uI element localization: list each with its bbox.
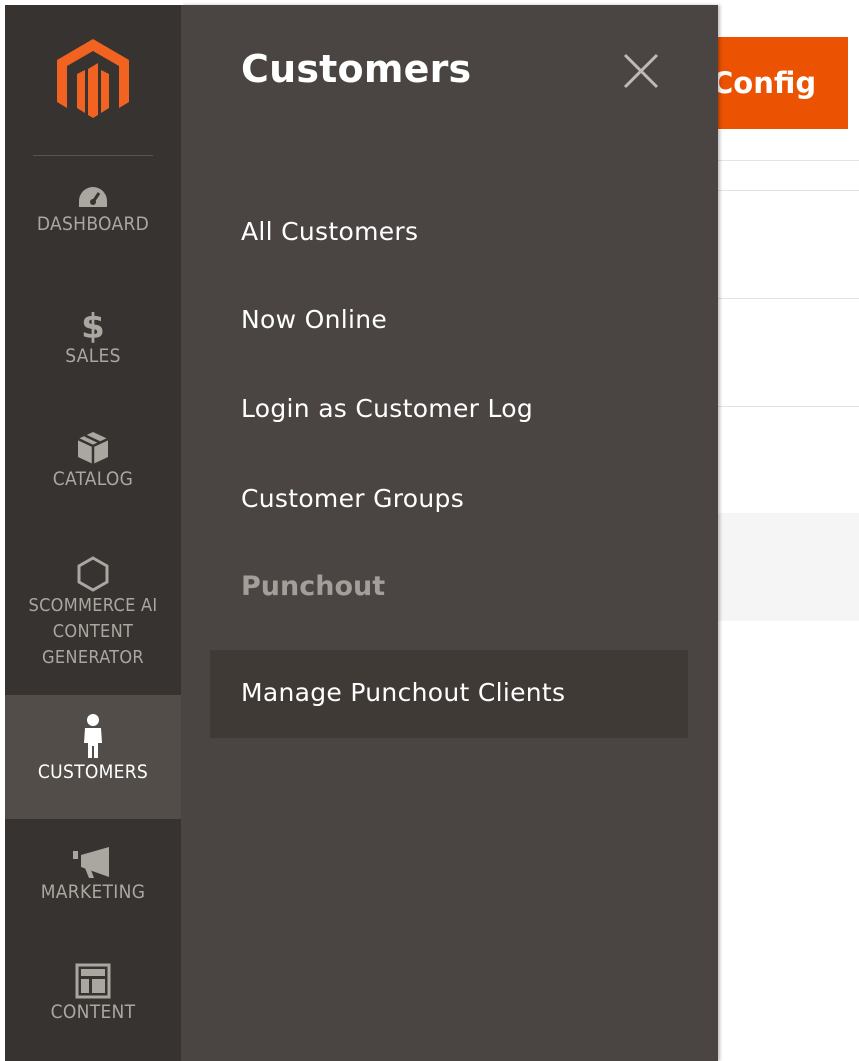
content-panel bbox=[718, 513, 859, 621]
sidebar-item-customers[interactable]: CUSTOMERS bbox=[5, 695, 181, 819]
submenu-link-manage-punchout-clients[interactable]: Manage Punchout Clients bbox=[241, 678, 565, 707]
divider bbox=[33, 155, 153, 156]
hexagon-icon bbox=[77, 556, 109, 592]
submenu-link-now-online[interactable]: Now Online bbox=[241, 305, 387, 334]
customers-submenu: Customers All Customers Now Online Login… bbox=[181, 5, 718, 1061]
submenu-title: Customers bbox=[241, 47, 472, 91]
close-button[interactable] bbox=[619, 49, 663, 93]
sidebar-item-catalog[interactable]: CATALOG bbox=[5, 430, 181, 520]
sidebar-item-label: CONTENT bbox=[52, 621, 134, 642]
sidebar-item-label: DASHBOARD bbox=[36, 213, 150, 235]
megaphone-icon bbox=[73, 847, 109, 878]
submenu-section-title: Punchout bbox=[241, 571, 386, 602]
sidebar-item-label: SALES bbox=[65, 345, 121, 367]
sidebar-item-label: GENERATOR bbox=[42, 647, 144, 668]
sidebar-item-sales[interactable]: $ SALES bbox=[5, 307, 181, 397]
divider bbox=[718, 160, 859, 161]
layout-icon bbox=[75, 963, 111, 999]
magento-logo-icon bbox=[57, 39, 129, 118]
sidebar-item-label: CATALOG bbox=[52, 468, 134, 490]
close-icon bbox=[623, 53, 659, 89]
sidebar-item-label: SCOMMERCE AI bbox=[28, 595, 158, 616]
submenu-link-customer-groups[interactable]: Customer Groups bbox=[241, 484, 464, 513]
sidebar-item-label: MARKETING bbox=[40, 881, 146, 903]
divider bbox=[718, 298, 859, 299]
submenu-link-login-as-customer-log[interactable]: Login as Customer Log bbox=[241, 394, 533, 423]
person-icon bbox=[84, 714, 102, 758]
admin-sidebar: DASHBOARD $ SALES CATALOG SCOMMERCE AI C… bbox=[5, 5, 181, 1061]
sidebar-item-content[interactable]: CONTENT bbox=[5, 963, 181, 1053]
sidebar-item-label: CONTENT bbox=[50, 1001, 136, 1023]
dollar-icon: $ bbox=[81, 307, 105, 343]
dashboard-gauge-icon bbox=[79, 187, 107, 207]
logo[interactable] bbox=[5, 5, 181, 165]
box-icon bbox=[77, 432, 109, 464]
sidebar-item-label: CUSTOMERS bbox=[37, 761, 149, 783]
divider bbox=[718, 406, 859, 407]
divider bbox=[718, 190, 859, 191]
submenu-item-manage-punchout-clients[interactable]: Manage Punchout Clients bbox=[210, 650, 688, 738]
sidebar-item-marketing[interactable]: MARKETING bbox=[5, 845, 181, 935]
submenu-link-all-customers[interactable]: All Customers bbox=[241, 217, 418, 246]
sidebar-item-scommerce-ai[interactable]: SCOMMERCE AI CONTENT GENERATOR bbox=[5, 555, 181, 695]
svg-text:$: $ bbox=[81, 307, 105, 343]
sidebar-item-dashboard[interactable]: DASHBOARD bbox=[5, 185, 181, 275]
